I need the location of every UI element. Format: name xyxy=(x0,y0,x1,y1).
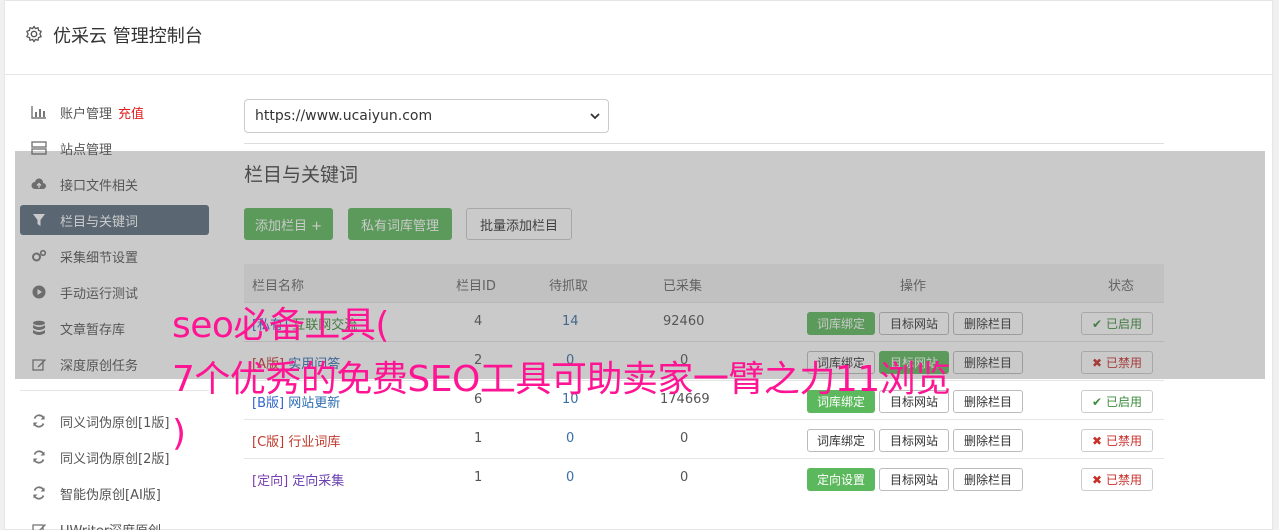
delete-column-button[interactable]: 删除栏目 xyxy=(953,429,1023,452)
table-row: [C版] 行业词库 1 0 0 词库绑定 目标网站 删除栏目 ✖ 已禁用 xyxy=(244,419,1164,458)
bar-chart-icon xyxy=(30,104,48,120)
status-toggle[interactable]: ✔ 已启用 xyxy=(1081,390,1153,413)
site-select-value: https://www.ucaiyun.com xyxy=(255,108,433,124)
x-icon: ✖ xyxy=(1092,472,1103,487)
site-select[interactable]: https://www.ucaiyun.com xyxy=(244,99,609,133)
recharge-link[interactable]: 充值 xyxy=(118,103,144,122)
check-icon: ✔ xyxy=(1092,394,1103,409)
overlay-text-line1: seo必备工具( xyxy=(172,305,389,346)
x-icon: ✖ xyxy=(1092,433,1103,448)
status-toggle[interactable]: ✖ 已禁用 xyxy=(1081,429,1153,452)
overlay-text-line3: ) xyxy=(172,413,186,454)
delete-column-button[interactable]: 删除栏目 xyxy=(953,390,1023,413)
chevron-down-icon xyxy=(590,113,600,120)
sidebar-item-label: 账户管理 xyxy=(60,106,113,122)
table-row: [定向] 定向采集 1 0 0 定向设置 目标网站 删除栏目 ✖ 已禁用 xyxy=(244,458,1164,497)
sidebar-item-label: UWriter深度原创 xyxy=(60,520,161,530)
sidebar-item-account[interactable]: 账户管理 充值 xyxy=(20,97,209,127)
column-id: 1 xyxy=(474,431,483,446)
page-header: 优采云 管理控制台 xyxy=(5,1,1272,75)
collected-count: 0 xyxy=(680,431,689,446)
overlay-text-line2: 7个优秀的免费SEO工具可助卖家一臂之力11浏览 xyxy=(172,359,951,400)
target-site-button[interactable]: 目标网站 xyxy=(879,429,949,452)
target-site-button[interactable]: 目标网站 xyxy=(879,468,949,491)
pending-count: 0 xyxy=(566,470,575,485)
edit-icon xyxy=(30,521,48,530)
refresh-icon xyxy=(30,413,48,429)
refresh-icon xyxy=(30,485,48,501)
sidebar-item-label: 智能伪原创[AI版] xyxy=(60,487,161,503)
delete-column-button[interactable]: 删除栏目 xyxy=(953,468,1023,491)
sidebar-item-label: 同义词伪原创[2版] xyxy=(60,451,170,467)
column-id: 1 xyxy=(474,470,483,485)
refresh-icon xyxy=(30,449,48,465)
lexicon-bind-button[interactable]: 词库绑定 xyxy=(807,429,875,452)
sidebar-item-ai-original[interactable]: 智能伪原创[AI版] xyxy=(20,478,209,508)
sidebar-item-label: 同义词伪原创[1版] xyxy=(60,415,170,431)
status-toggle[interactable]: ✖ 已禁用 xyxy=(1081,468,1153,491)
page-title: 优采云 管理控制台 xyxy=(53,26,203,47)
sidebar-item-uwriter[interactable]: UWriter深度原创 xyxy=(20,514,209,530)
gear-icon xyxy=(26,25,42,43)
directed-settings-button[interactable]: 定向设置 xyxy=(807,468,875,491)
divider xyxy=(244,143,1164,144)
column-name-link[interactable]: [C版] 行业词库 xyxy=(252,431,340,450)
column-name-link[interactable]: [定向] 定向采集 xyxy=(252,470,344,489)
collected-count: 0 xyxy=(680,470,689,485)
pending-count: 0 xyxy=(566,431,575,446)
